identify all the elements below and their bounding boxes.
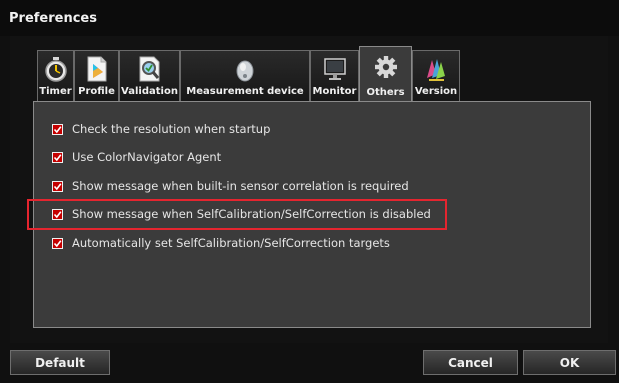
tab-measurement-device[interactable]: Measurement device xyxy=(180,50,310,102)
tab-timer-label: Timer xyxy=(39,86,72,97)
tab-validation-label: Validation xyxy=(121,86,178,97)
option-use-agent[interactable]: Use ColorNavigator Agent xyxy=(52,149,221,165)
sensor-mouse-icon xyxy=(233,56,257,82)
default-button[interactable]: Default xyxy=(10,350,110,375)
checkbox-checked[interactable] xyxy=(52,237,63,249)
cancel-button[interactable]: Cancel xyxy=(423,350,518,375)
checkbox-checked[interactable] xyxy=(52,123,63,135)
title-bar[interactable]: Preferences xyxy=(0,0,619,36)
others-panel: Check the resolution when startup Use Co… xyxy=(33,101,591,328)
option-label: Use ColorNavigator Agent xyxy=(72,150,222,164)
option-label: Check the resolution when startup xyxy=(72,122,271,136)
option-auto-set-targets[interactable]: Automatically set SelfCalibration/SelfCo… xyxy=(52,235,390,251)
checkbox-checked[interactable] xyxy=(52,151,63,163)
option-check-resolution[interactable]: Check the resolution when startup xyxy=(52,121,270,137)
validation-magnifier-icon xyxy=(138,56,162,82)
checkbox-checked[interactable] xyxy=(52,208,63,220)
preferences-window: Preferences Timer Profile Validation Mea… xyxy=(0,0,619,383)
tab-measurement-device-label: Measurement device xyxy=(186,86,304,97)
tab-profile-label: Profile xyxy=(78,86,115,97)
tab-timer[interactable]: Timer xyxy=(37,50,74,102)
stopwatch-icon xyxy=(44,56,68,82)
option-sensor-correlation-message[interactable]: Show message when built-in sensor correl… xyxy=(52,178,409,194)
tab-monitor-label: Monitor xyxy=(312,86,357,97)
version-icon xyxy=(424,56,448,82)
tab-profile[interactable]: Profile xyxy=(74,50,119,102)
tab-others-label: Others xyxy=(366,87,405,98)
tab-validation[interactable]: Validation xyxy=(119,50,180,102)
tab-version-label: Version xyxy=(414,86,458,97)
tab-others[interactable]: Others xyxy=(359,46,412,103)
checkbox-checked[interactable] xyxy=(52,180,63,192)
gear-icon xyxy=(374,55,398,81)
option-label: Show message when SelfCalibration/SelfCo… xyxy=(72,207,431,221)
window-title: Preferences xyxy=(9,11,97,26)
option-selfcalibration-disabled-message[interactable]: Show message when SelfCalibration/SelfCo… xyxy=(52,206,431,222)
profile-icon xyxy=(85,56,109,82)
tab-monitor[interactable]: Monitor xyxy=(310,50,359,102)
ok-button[interactable]: OK xyxy=(523,350,616,375)
tab-version[interactable]: Version xyxy=(412,50,460,102)
option-label: Show message when built-in sensor correl… xyxy=(72,179,409,193)
monitor-icon xyxy=(323,56,347,82)
option-label: Automatically set SelfCalibration/SelfCo… xyxy=(72,236,390,250)
